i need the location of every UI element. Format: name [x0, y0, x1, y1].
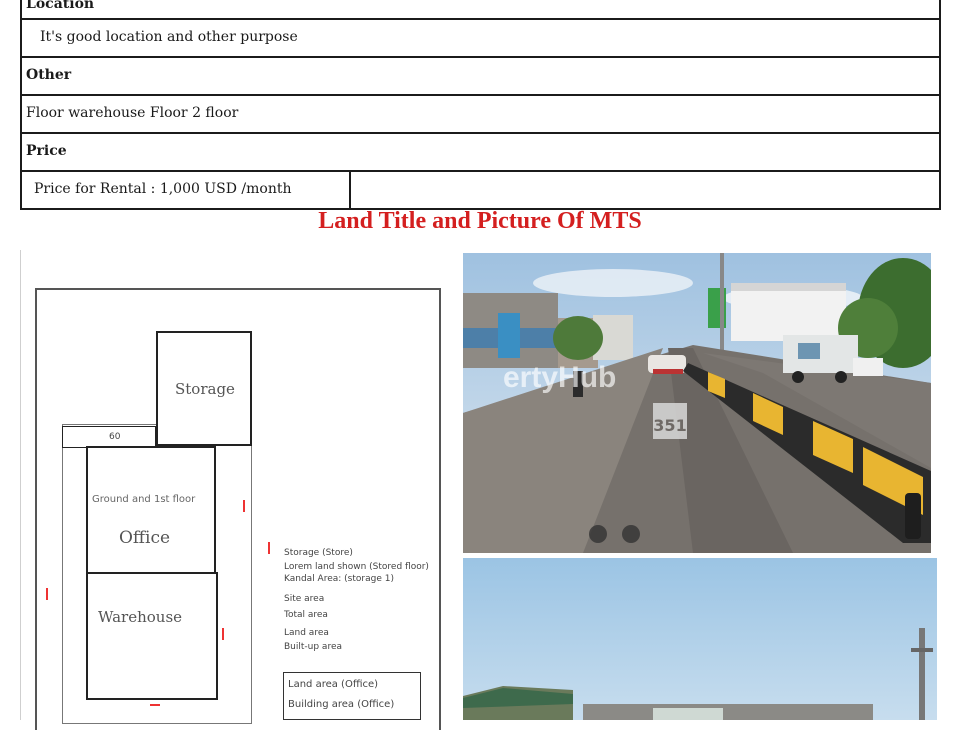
storage-label: Storage	[175, 380, 235, 398]
street-photo-image: 351	[463, 253, 931, 553]
other-header-row: Other	[20, 58, 941, 96]
other-header: Other	[26, 67, 72, 83]
location-header: Location	[26, 0, 95, 12]
plan-note: Land area	[284, 628, 329, 638]
plan-dimension-mark	[243, 500, 245, 512]
plan-dimension-mark	[268, 542, 270, 554]
plan-note: Built-up area	[284, 642, 343, 652]
legend-line: Building area (Office)	[288, 699, 395, 710]
other-value: Floor warehouse Floor 2 floor	[26, 105, 239, 121]
location-value: It's good location and other purpose	[40, 29, 298, 45]
plan-dimension-mark	[222, 628, 224, 640]
plan-note: Kandal Area: (storage 1)	[284, 574, 394, 584]
plan-note: Site area	[284, 594, 325, 604]
building-photo	[463, 558, 937, 720]
plan-notes: Storage (Store) Lorem land shown (Stored…	[284, 548, 434, 652]
watermark-text: ertyHub	[503, 361, 617, 394]
price-value-row: Price for Rental : 1,000 USD /month	[20, 172, 941, 210]
plan-note: Storage (Store)	[284, 548, 353, 558]
price-header-row: Price	[20, 134, 941, 172]
other-value-row: Floor warehouse Floor 2 floor	[20, 96, 941, 134]
plan-storage-room: Storage	[156, 331, 252, 446]
location-header-row: Location	[20, 0, 941, 20]
plan-small-room: 60	[62, 426, 156, 448]
plan-dimension-mark	[46, 588, 48, 600]
legend-line: Land area (Office)	[288, 679, 379, 690]
plan-note: Total area	[284, 610, 328, 620]
building-photo-image	[463, 558, 937, 720]
price-column-divider	[349, 172, 351, 208]
plan-warehouse-room: Warehouse	[86, 572, 218, 700]
info-table: Location It's good location and other pu…	[20, 0, 941, 210]
price-header: Price	[26, 143, 67, 159]
road-marking-text: 351	[653, 416, 686, 435]
office-label: Office	[119, 528, 171, 548]
location-value-row: It's good location and other purpose	[20, 20, 941, 58]
small-room-label: 60	[109, 432, 121, 442]
plan-dimension-mark	[150, 704, 160, 706]
plan-office-room: Ground and 1st floor Office	[86, 446, 216, 574]
street-photo: 351 ertyHub	[463, 253, 931, 553]
office-floor-label: Ground and 1st floor	[92, 494, 196, 505]
section-title: Land Title and Picture Of MTS	[318, 208, 642, 234]
plan-note: Lorem land shown (Stored floor)	[284, 562, 429, 572]
price-value: Price for Rental : 1,000 USD /month	[34, 181, 292, 197]
warehouse-label: Warehouse	[98, 608, 183, 626]
plan-legend-box: Land area (Office) Building area (Office…	[283, 672, 421, 720]
